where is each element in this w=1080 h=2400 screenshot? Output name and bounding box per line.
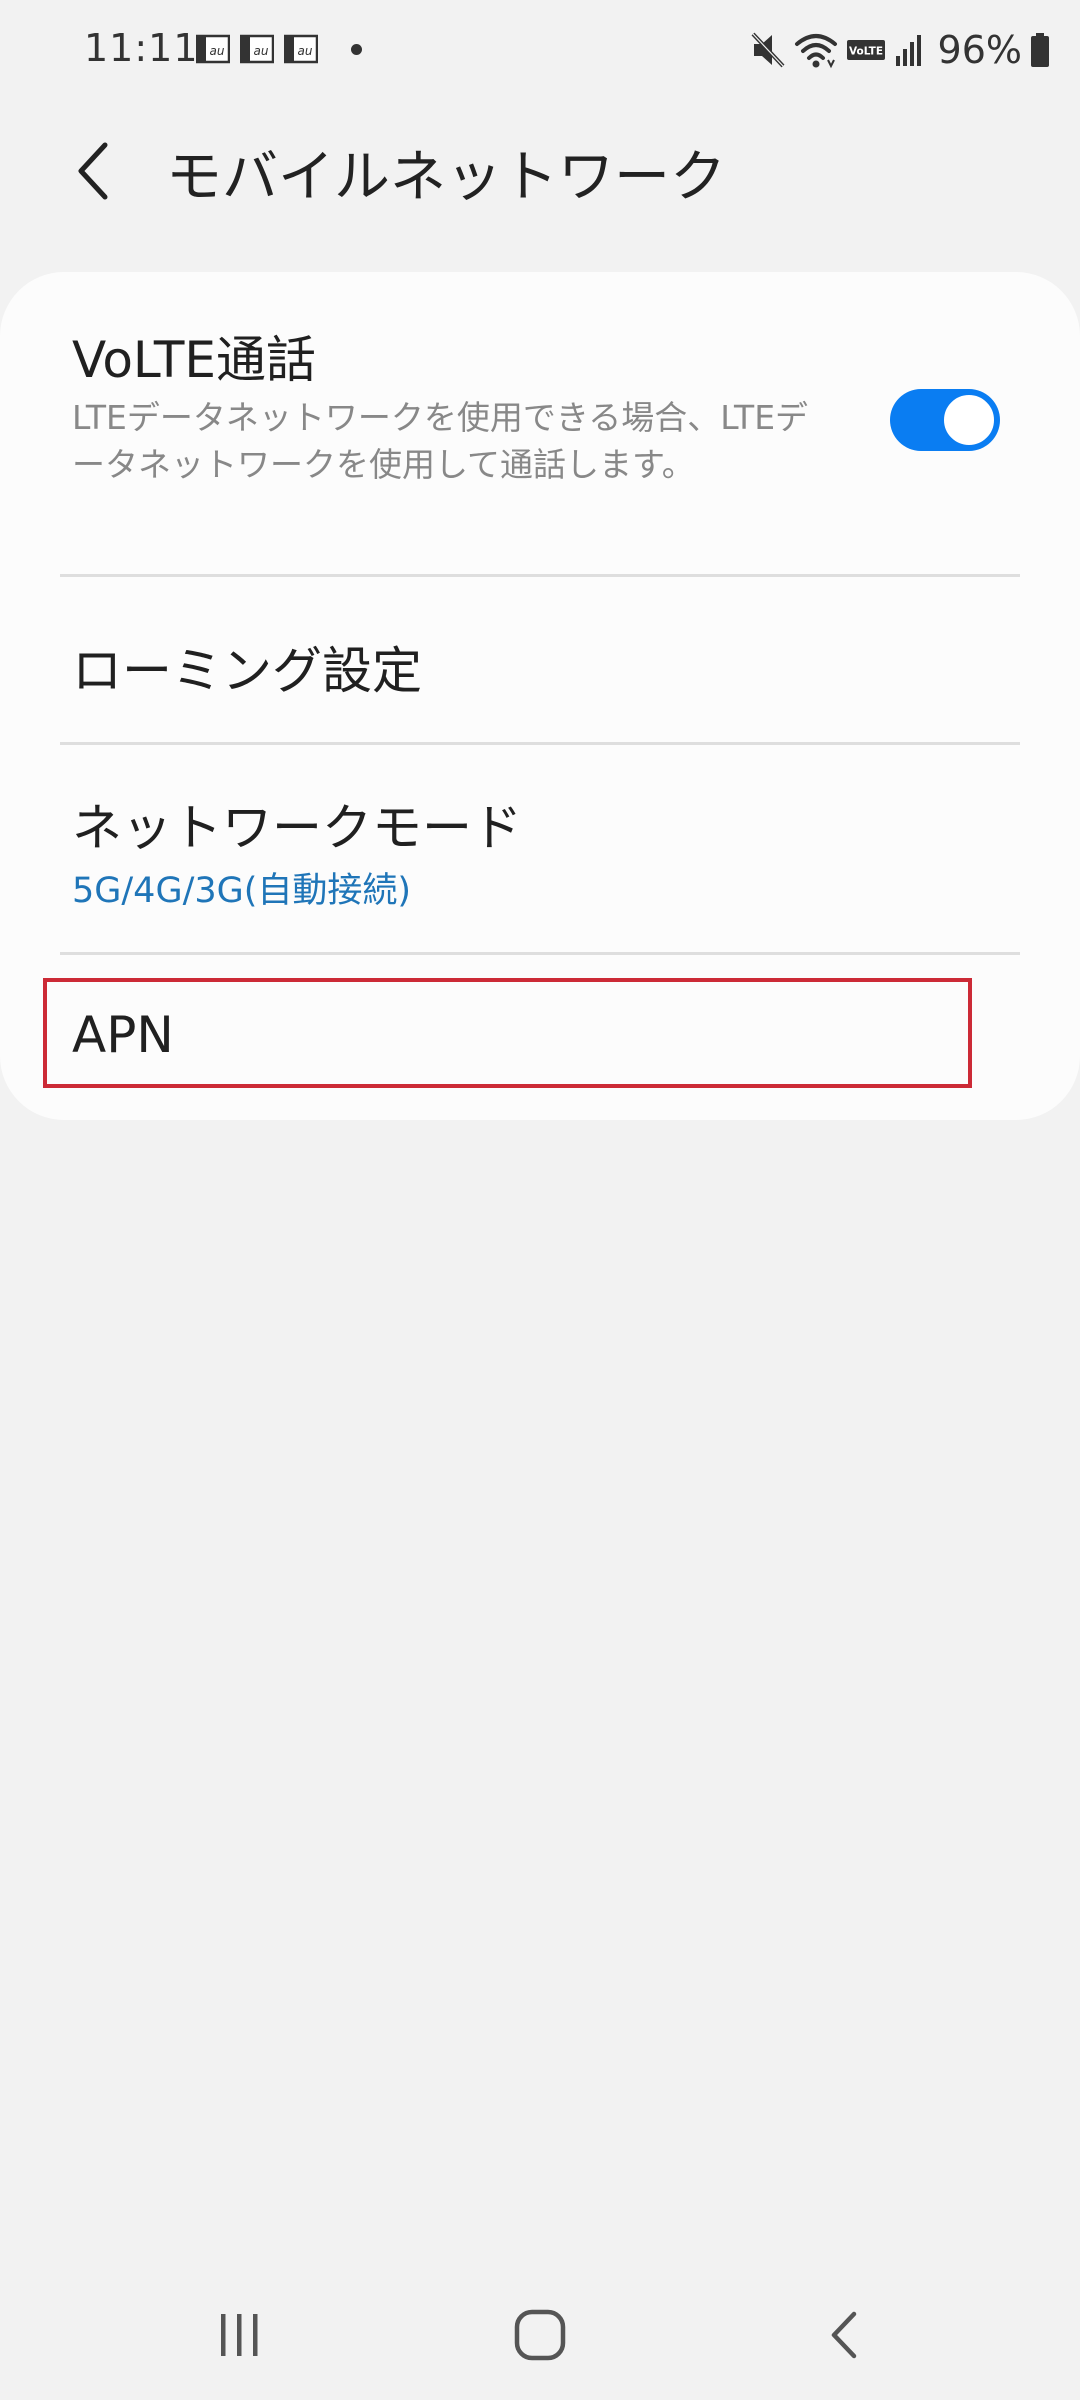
volte-icon: VoLTE — [846, 40, 885, 60]
status-time: 11:11 — [84, 26, 199, 70]
recent-apps-icon — [221, 2314, 258, 2356]
recent-apps-button[interactable] — [180, 2270, 300, 2400]
signal-icon — [895, 35, 921, 66]
network-mode-value: 5G/4G/3G(自動接続) — [72, 871, 412, 911]
wifi-icon — [794, 34, 837, 69]
roaming-label: ローミング設定 — [72, 642, 422, 700]
volte-description: LTEデータネットワークを使用できる場合、LTEデータネットワークを使用して通話… — [72, 398, 809, 484]
svg-text:au: au — [254, 44, 269, 58]
sim-card-icon: au — [240, 34, 274, 64]
network-mode-row[interactable]: ネットワークモード 5G/4G/3G(自動接続) — [0, 744, 1080, 952]
svg-text:au: au — [210, 44, 225, 58]
navigation-bar — [0, 2270, 1080, 2400]
status-bar: 11:11 au au au VoLTE 96% — [0, 0, 1080, 100]
back-button[interactable] — [48, 126, 138, 216]
svg-text:au: au — [298, 44, 313, 58]
battery-icon — [1031, 33, 1049, 67]
app-header: モバイルネットワーク — [0, 110, 1080, 220]
battery-percent: 96% — [937, 28, 1022, 72]
page-title: モバイルネットワーク — [166, 145, 726, 210]
home-button[interactable] — [480, 2270, 600, 2400]
notification-dot-icon — [351, 44, 362, 55]
chevron-left-icon — [78, 142, 108, 200]
back-icon — [831, 2311, 857, 2359]
status-indicators: VoLTE 96% — [750, 26, 1050, 74]
volte-setting-row[interactable]: VoLTE通話 LTEデータネットワークを使用できる場合、LTEデータネットワー… — [0, 272, 1080, 574]
apn-highlight-box — [43, 978, 972, 1088]
volte-toggle[interactable] — [890, 389, 1000, 451]
nav-back-button[interactable] — [784, 2270, 904, 2400]
sim-card-icon: au — [196, 34, 230, 64]
sim-icons: au au au — [196, 34, 318, 64]
svg-text:VoLTE: VoLTE — [849, 46, 883, 58]
roaming-setting-row[interactable]: ローミング設定 — [0, 576, 1080, 742]
volte-title: VoLTE通話 — [72, 331, 317, 389]
network-mode-title: ネットワークモード — [72, 799, 522, 857]
home-icon — [514, 2309, 566, 2361]
mute-icon — [751, 32, 784, 68]
sim-card-icon: au — [284, 34, 318, 64]
toggle-knob — [941, 392, 997, 448]
